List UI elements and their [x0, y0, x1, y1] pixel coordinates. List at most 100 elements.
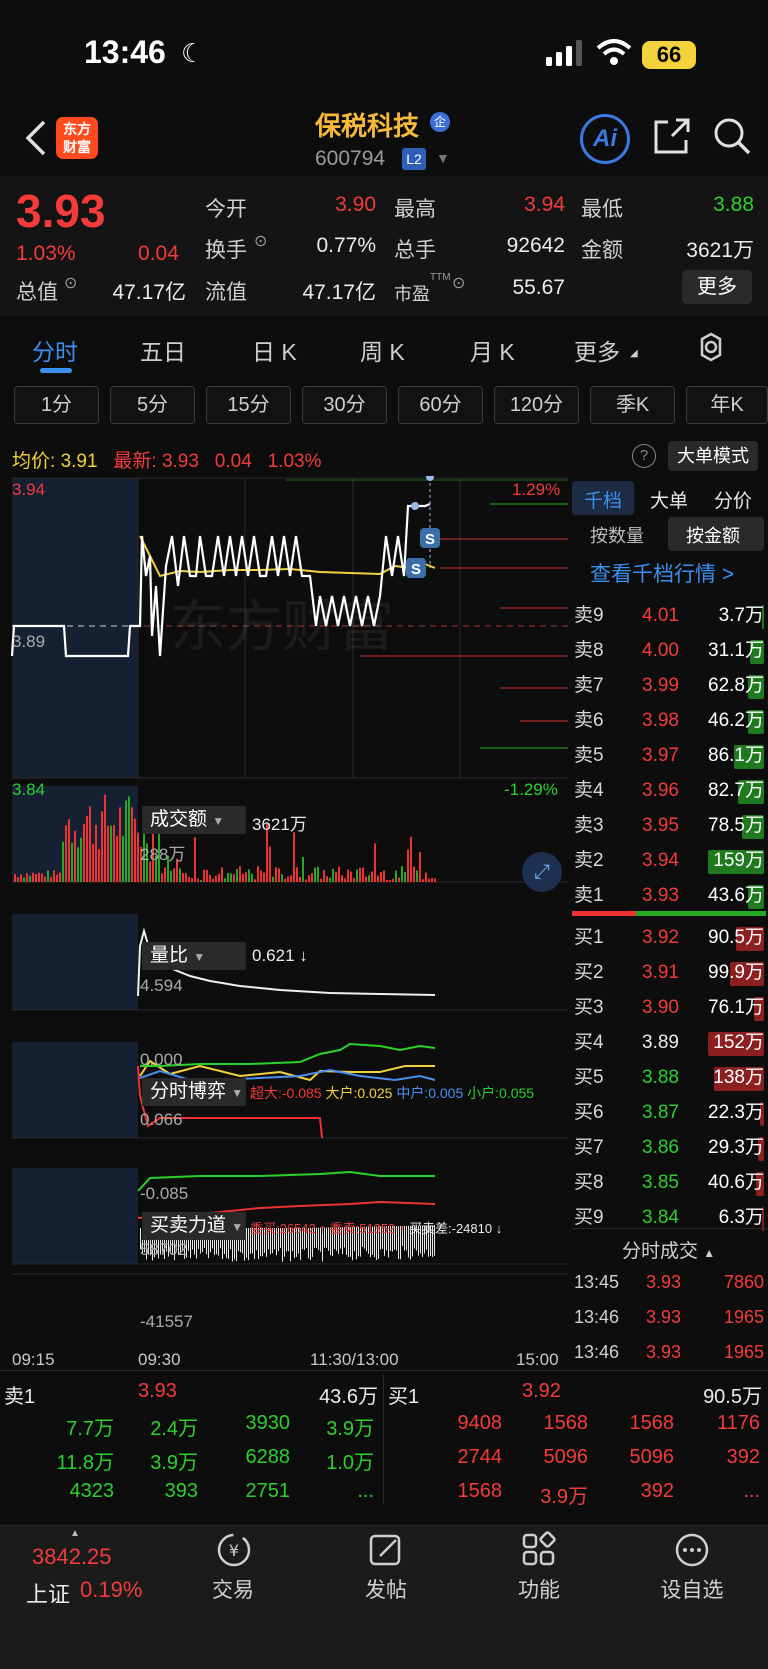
chevron-down-icon[interactable]: ▼ [436, 150, 450, 166]
pe-value: 55.67 [512, 276, 565, 299]
bid-row[interactable]: 买3 3.90 76.1万 [572, 991, 768, 1025]
big-order-mode-button[interactable]: 大单模式 [668, 441, 758, 471]
info-icon[interactable]: ⊙ [254, 231, 267, 251]
volume-label: 总手 [394, 239, 436, 262]
bottom-sell-cell: 4323 [69, 1480, 115, 1502]
amount-bar [356, 869, 358, 882]
amount-bar [284, 878, 286, 882]
ask-row[interactable]: 卖8 4.00 31.1万 [572, 634, 768, 668]
period-5m[interactable]: 5分 [110, 386, 195, 424]
s-marker[interactable]: S [411, 561, 421, 578]
nav-trade[interactable]: 交易 [183, 1574, 283, 1604]
chevron-down-icon: ▼ [193, 950, 206, 964]
period-60m[interactable]: 60分 [398, 386, 483, 424]
more-dots-icon[interactable] [672, 1530, 712, 1570]
force-bar [246, 1228, 247, 1258]
volume-value: 92642 [506, 234, 565, 257]
bid-row[interactable]: 买9 3.84 6.3万 [572, 1201, 768, 1235]
by-quantity-tab[interactable]: 按数量 [590, 522, 644, 548]
tab-price-dist[interactable]: 分价 [714, 486, 752, 513]
bottom-buy-cell: 2744 [457, 1446, 503, 1468]
ask-row[interactable]: 卖1 3.93 43.6万 [572, 879, 768, 913]
battery-indicator: 66 [642, 41, 696, 69]
bid-volume: 152万 [713, 1032, 764, 1053]
ask-row[interactable]: 卖6 3.98 46.2万 [572, 704, 768, 738]
period-yearly[interactable]: 年K [686, 386, 768, 424]
post-icon[interactable] [366, 1530, 406, 1570]
ai-assistant-button[interactable]: Ai [580, 114, 630, 164]
ask-row[interactable]: 卖3 3.95 78.5万 [572, 809, 768, 843]
tab-monthly-k[interactable]: 月 K [470, 333, 515, 367]
ask-row[interactable]: 卖7 3.99 62.8万 [572, 669, 768, 703]
tab-daily-k[interactable]: 日 K [252, 333, 297, 367]
share-icon[interactable] [652, 116, 692, 156]
amount-bar [425, 872, 427, 882]
app-logo: 东方 财富 [56, 117, 98, 159]
force-indicator-select[interactable]: 买卖力道 ▼ [142, 1212, 246, 1240]
bid-row[interactable]: 买8 3.85 40.6万 [572, 1166, 768, 1200]
index-name[interactable]: 上证 [26, 1577, 70, 1609]
info-icon[interactable]: ⊙ [64, 273, 77, 293]
back-icon[interactable] [22, 118, 50, 158]
period-15m[interactable]: 15分 [206, 386, 291, 424]
bid-volume: 40.6万 [708, 1172, 764, 1193]
ask-row[interactable]: 卖2 3.94 159万 [572, 844, 768, 878]
bid-price: 3.86 [642, 1137, 679, 1158]
amount-bar [278, 868, 280, 882]
game-indicator-select[interactable]: 分时博弈 ▼ [142, 1078, 246, 1106]
tab-five-day[interactable]: 五日 [140, 333, 186, 367]
amount-bar [401, 866, 403, 882]
bid-row[interactable]: 买6 3.87 22.3万 [572, 1096, 768, 1130]
nav-add-watchlist[interactable]: 设自选 [642, 1574, 742, 1604]
help-icon[interactable]: ? [632, 444, 656, 468]
bid-row[interactable]: 买4 3.89 152万 [572, 1026, 768, 1060]
amount-bar [326, 876, 328, 882]
search-icon[interactable] [712, 116, 752, 156]
trades-header[interactable]: 分时成交 ▲ [622, 1236, 715, 1263]
nav-functions[interactable]: 功能 [489, 1574, 589, 1604]
info-icon[interactable]: ⊙ [452, 273, 465, 293]
expand-icon[interactable]: ⤢ [522, 852, 562, 892]
force-sell: 委卖:51352 ↑ [329, 1221, 406, 1236]
amount-bar [359, 867, 361, 882]
amount-bar [77, 847, 79, 882]
grid-icon[interactable] [519, 1530, 559, 1570]
index-pct[interactable]: 0.19% [80, 1577, 142, 1603]
bid-row[interactable]: 买2 3.91 99.9万 [572, 956, 768, 990]
s-marker[interactable]: S [425, 531, 435, 548]
ask-row[interactable]: 卖9 4.01 3.7万 [572, 599, 768, 633]
bid-row[interactable]: 买1 3.92 90.5万 [572, 921, 768, 955]
period-120m[interactable]: 120分 [494, 386, 579, 424]
bid-row[interactable]: 买7 3.86 29.3万 [572, 1131, 768, 1165]
amount-bar [86, 815, 88, 882]
mktcap-value: 47.17亿 [112, 281, 186, 304]
view-depth-link[interactable]: 查看千档行情 > [590, 558, 734, 588]
period-quarterly[interactable]: 季K [590, 386, 675, 424]
amount-bar [215, 875, 217, 882]
trade-icon[interactable]: ¥ [214, 1530, 254, 1570]
ask-row[interactable]: 卖4 3.96 82.7万 [572, 774, 768, 808]
amount-indicator-select[interactable]: 成交额 ▼ [142, 806, 246, 834]
level2-badge[interactable]: L2 [402, 148, 426, 170]
bid-row[interactable]: 买5 3.88 138万 [572, 1061, 768, 1095]
bottom-buy-cell: ... [743, 1480, 760, 1502]
amount-bar [107, 825, 109, 882]
by-amount-tab[interactable]: 按金额 [686, 522, 740, 548]
ratio-indicator-select[interactable]: 量比 ▼ [142, 942, 246, 970]
more-button[interactable]: 更多 [682, 270, 752, 304]
nav-post[interactable]: 发帖 [336, 1574, 436, 1604]
tab-intraday[interactable]: 分时 [32, 333, 78, 367]
amount-bar [374, 843, 376, 882]
caret-up-icon[interactable]: ▲ [70, 1528, 80, 1539]
gear-icon[interactable] [695, 331, 727, 363]
amount-bar [62, 841, 64, 882]
tab-weekly-k[interactable]: 周 K [360, 333, 405, 367]
period-1m[interactable]: 1分 [14, 386, 99, 424]
ask-row[interactable]: 卖5 3.97 86.1万 [572, 739, 768, 773]
tab-more[interactable]: 更多 [574, 333, 620, 367]
bottom-buy-price: 3.92 [522, 1380, 561, 1402]
period-30m[interactable]: 30分 [302, 386, 387, 424]
tab-depth[interactable]: 千档 [584, 486, 622, 513]
index-value[interactable]: 3842.25 [32, 1544, 112, 1570]
tab-big-orders[interactable]: 大单 [650, 486, 688, 513]
